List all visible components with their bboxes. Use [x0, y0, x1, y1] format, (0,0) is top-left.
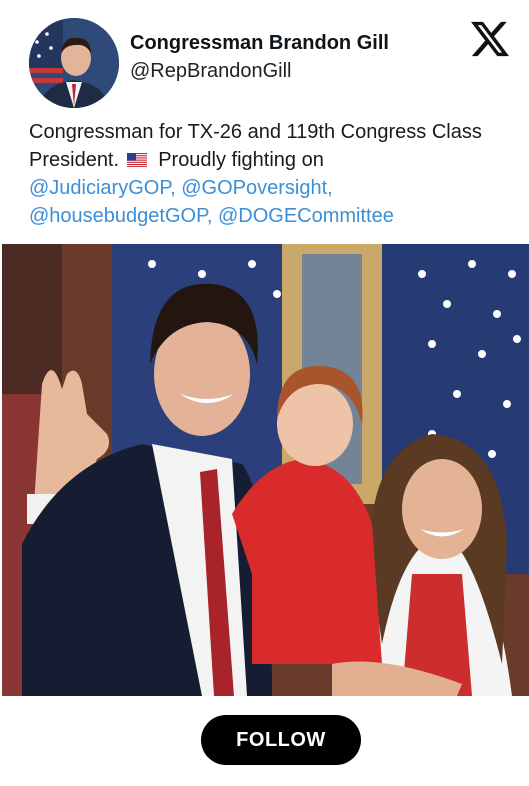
profile-header: Congressman Brandon Gill @RepBrandonGill [29, 18, 509, 110]
profile-photo [2, 244, 529, 696]
us-flag-icon [126, 147, 147, 167]
mention-separator: , [206, 205, 218, 227]
display-name[interactable]: Congressman Brandon Gill [130, 32, 389, 55]
profile-bio: Congressman for TX-26 and 119th Congress… [29, 118, 509, 230]
mention-link[interactable]: @JudiciaryGOP [29, 177, 170, 199]
mention-separator: , [170, 177, 182, 199]
mention-separator: , [327, 177, 333, 199]
mention-link[interactable]: @GOPoversight [181, 177, 327, 199]
follow-button[interactable]: FOLLOW [201, 715, 361, 765]
mention-link[interactable]: @housebudgetGOP [29, 205, 207, 227]
avatar[interactable] [29, 18, 119, 108]
avatar-image [29, 18, 119, 108]
handle[interactable]: @RepBrandonGill [130, 60, 292, 83]
bio-text: Proudly fighting on [158, 149, 324, 171]
x-logo-icon[interactable] [471, 20, 509, 58]
mention-link[interactable]: @DOGECommittee [218, 205, 394, 227]
